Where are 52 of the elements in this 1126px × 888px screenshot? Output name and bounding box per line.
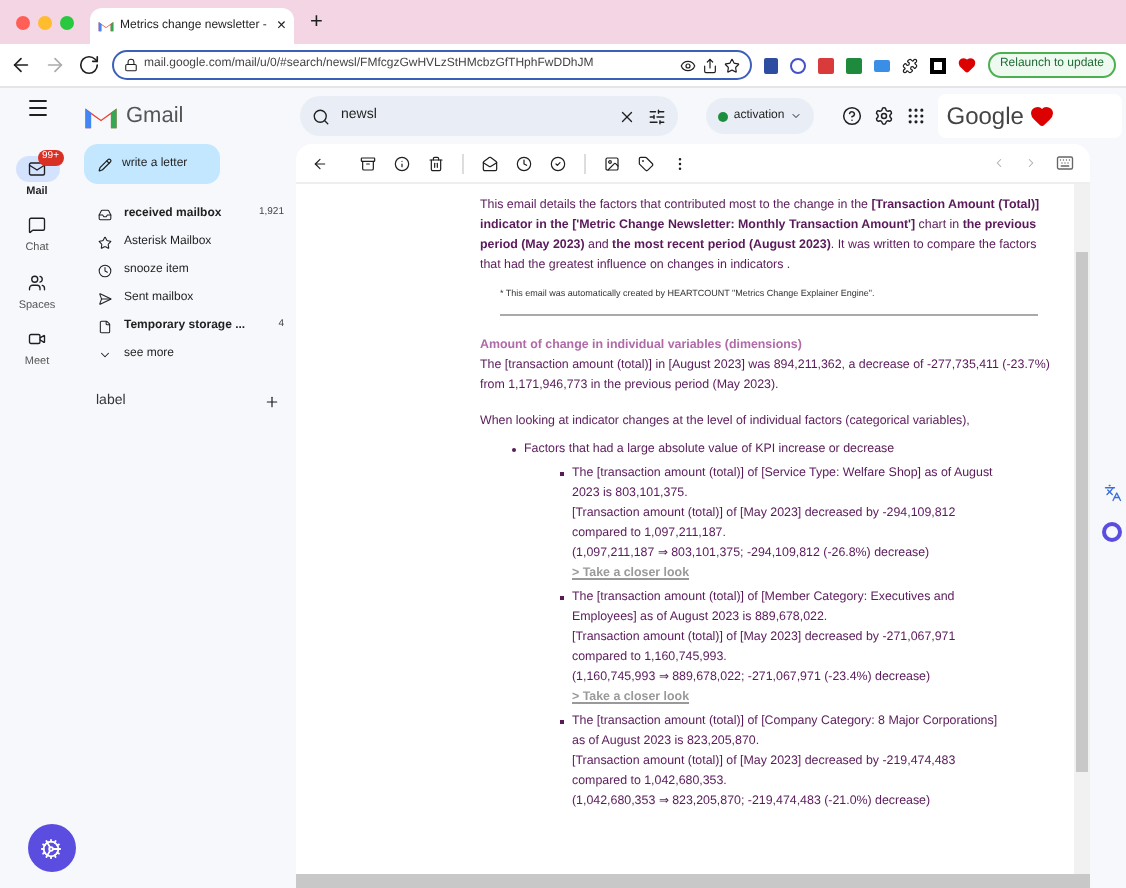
gear-icon (40, 837, 62, 859)
back-icon[interactable] (312, 155, 328, 171)
heart-icon[interactable] (957, 56, 976, 74)
new-tab-button[interactable]: + (310, 5, 323, 39)
reload-icon[interactable] (78, 54, 100, 76)
account-button[interactable]: Google (938, 94, 1122, 138)
gmail-logo-icon (84, 103, 118, 129)
chevron-down-icon (98, 347, 112, 361)
sidebar-toggle-icon[interactable] (930, 57, 946, 73)
report-spam-icon[interactable] (394, 155, 410, 171)
eye-icon[interactable] (679, 57, 696, 73)
vertical-scrollbar[interactable] (1074, 184, 1090, 874)
add-task-icon[interactable] (550, 155, 566, 171)
settings-icon[interactable] (874, 106, 895, 126)
archive-icon[interactable] (360, 155, 376, 171)
bookmark-icon[interactable] (723, 57, 740, 73)
send-icon (98, 291, 112, 305)
tab-close-button[interactable]: × (276, 14, 286, 38)
gmail-logo-icon (98, 20, 114, 32)
assistant-icon[interactable] (1102, 522, 1122, 542)
menu-icon[interactable] (25, 96, 49, 120)
apps-icon[interactable] (906, 106, 927, 126)
puzzle-icon[interactable] (902, 57, 919, 73)
label-icon[interactable] (638, 155, 654, 171)
translate-icon[interactable] (1103, 484, 1121, 502)
gmail-logo[interactable]: Gmail (126, 99, 184, 133)
file-icon (98, 319, 112, 333)
mail-icon (28, 160, 46, 178)
move-to-icon[interactable] (604, 155, 620, 171)
inbox-icon (98, 207, 112, 221)
snooze-icon[interactable] (516, 155, 532, 171)
lock-icon (124, 58, 138, 72)
floating-settings-button[interactable] (27, 824, 75, 872)
people-icon (28, 273, 46, 291)
help-icon[interactable] (842, 106, 863, 126)
share-icon[interactable] (701, 57, 718, 73)
horizontal-scrollbar[interactable] (296, 874, 1090, 888)
keyboard-icon[interactable] (1056, 154, 1074, 172)
back-icon[interactable] (10, 54, 32, 76)
chat-icon (28, 216, 46, 235)
caret-icon (790, 110, 803, 122)
mark-unread-icon[interactable] (482, 155, 498, 171)
add-label-icon[interactable] (264, 394, 280, 411)
video-icon (28, 329, 46, 348)
clear-search-icon[interactable] (617, 107, 636, 125)
pencil-icon (98, 157, 112, 171)
search-options-icon[interactable] (647, 107, 666, 125)
search-icon (311, 107, 329, 125)
star-icon (98, 235, 112, 249)
delete-icon[interactable] (428, 155, 444, 171)
heart-icon (1029, 104, 1054, 128)
clock-icon (98, 263, 112, 277)
